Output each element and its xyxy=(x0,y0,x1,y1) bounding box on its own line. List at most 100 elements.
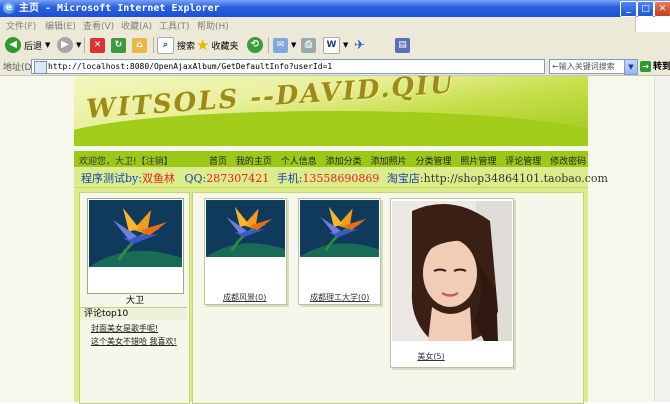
album-cover-image xyxy=(206,200,285,257)
address-bar: 地址(D) http://localhost:8080/OpenAjaxAlbu… xyxy=(0,58,670,76)
nav-home[interactable]: 首页 xyxy=(209,157,227,167)
search-button[interactable]: ⌕ 搜索 xyxy=(157,36,195,54)
album-card[interactable] xyxy=(298,198,381,305)
stop-icon: ✕ xyxy=(90,37,105,53)
info-text: 程序测试by:双鱼林 QQ:287307421 手机:13558690869 淘… xyxy=(81,170,608,186)
page-icon xyxy=(34,61,47,74)
go-arrow-icon: → xyxy=(640,61,651,72)
history-button[interactable]: ⟲ xyxy=(247,36,266,54)
comment-link[interactable]: 这个美女不错哈 我喜欢! xyxy=(91,336,177,347)
menu-bar: 文件(F) 编辑(E) 查看(V) 收藏(A) 工具(T) 帮助(H) xyxy=(0,17,670,33)
home-icon: ⌂ xyxy=(132,37,147,53)
minimize-button[interactable]: _ xyxy=(620,1,637,17)
window-title: 主页 - Microsoft Internet Explorer xyxy=(19,3,220,14)
site-banner: WITSOLS --DAVID.QIU xyxy=(74,76,588,146)
album-title[interactable]: 成都风景(0) xyxy=(223,292,266,303)
mail-icon: ✉ xyxy=(273,37,288,53)
favorites-button[interactable]: ★ 收藏夹 xyxy=(196,36,238,54)
album-title[interactable]: 成都理工大学(0) xyxy=(310,292,369,303)
address-input[interactable]: http://localhost:8080/OpenAjaxAlbum/GetD… xyxy=(31,59,545,74)
nav-category-manage[interactable]: 分类管理 xyxy=(415,157,451,167)
nav-add-photo[interactable]: 添加照片 xyxy=(371,157,407,167)
album-title[interactable]: 美女(5) xyxy=(391,351,471,362)
history-icon: ⟲ xyxy=(247,37,263,53)
avatar-image xyxy=(89,200,182,267)
go-button[interactable]: → 转到 xyxy=(640,59,670,72)
album-cover-image xyxy=(300,200,379,257)
chevron-down-icon[interactable]: ▼ xyxy=(76,41,81,49)
home-button[interactable]: ⌂ xyxy=(132,36,150,54)
nav-my-page[interactable]: 我的主页 xyxy=(236,157,272,167)
toolbar-separator xyxy=(268,37,269,53)
comment-link[interactable]: 封面美女是歌手呢! xyxy=(91,323,158,334)
menu-tools[interactable]: 工具(T) xyxy=(159,19,190,32)
phone-number: 13558690869 xyxy=(302,172,380,185)
menu-file[interactable]: 文件(F) xyxy=(6,19,36,32)
nav-comment-manage[interactable]: 评论管理 xyxy=(505,157,541,167)
forward-arrow-icon: ▶ xyxy=(57,37,73,53)
research-icon: ▤ xyxy=(395,37,410,53)
print-icon: ⎙ xyxy=(301,37,316,53)
album-cover-image xyxy=(392,201,512,341)
mail-button[interactable]: ✉ ▼ xyxy=(273,36,296,54)
search-icon: ⌕ xyxy=(157,36,174,54)
back-button[interactable]: ◀ 后退 ▼ xyxy=(5,36,50,54)
shop-url[interactable]: http://shop34864101.taobao.com xyxy=(424,172,608,185)
comments-title: 评论top10 xyxy=(80,307,187,320)
menu-edit[interactable]: 编辑(E) xyxy=(45,19,76,32)
tester-label: 程序测试by: xyxy=(81,172,142,185)
back-label: 后退 xyxy=(24,41,43,52)
discuss-icon: ✈ xyxy=(354,37,365,53)
go-label: 转到 xyxy=(653,62,670,72)
info-bar: 程序测试by:双鱼林 QQ:287307421 手机:13558690869 淘… xyxy=(74,167,608,188)
windows-logo-icon xyxy=(635,17,670,32)
chevron-down-icon[interactable]: ▼ xyxy=(343,41,348,49)
address-dropdown-button[interactable]: ▼ xyxy=(624,59,638,75)
nav-change-password[interactable]: 修改密码 xyxy=(550,157,586,167)
nav-add-category[interactable]: 添加分类 xyxy=(326,157,362,167)
nav-links: 首页 我的主页 个人信息 添加分类 添加照片 分类管理 照片管理 评论管理 修改… xyxy=(209,154,592,167)
qq-label: QQ: xyxy=(184,172,207,185)
toolbar-separator xyxy=(84,37,85,53)
menu-favorites[interactable]: 收藏(A) xyxy=(121,19,152,32)
user-avatar-card[interactable] xyxy=(87,198,184,294)
site-nav-bar: 欢迎您，大卫!【注销】 首页 我的主页 个人信息 添加分类 添加照片 分类管理 … xyxy=(74,151,588,167)
welcome-message: 欢迎您，大卫! xyxy=(79,157,137,167)
chevron-down-icon[interactable]: ▼ xyxy=(291,41,296,49)
vertical-scrollbar[interactable] xyxy=(654,76,670,402)
refresh-button[interactable]: ↻ xyxy=(111,36,129,54)
close-button[interactable]: ✕ xyxy=(654,1,670,17)
research-button[interactable]: ▤ xyxy=(395,36,413,54)
edit-button[interactable]: W ▼ xyxy=(323,36,348,54)
welcome-text: 欢迎您，大卫!【注销】 xyxy=(79,154,173,167)
ie-logo-icon: e xyxy=(3,2,15,14)
menu-view[interactable]: 查看(V) xyxy=(83,19,114,32)
qq-number: 287307421 xyxy=(206,172,270,185)
tester-name: 双鱼林 xyxy=(141,172,175,185)
favorites-label: 收藏夹 xyxy=(211,41,239,52)
toolbar-separator xyxy=(153,37,154,53)
word-icon: W xyxy=(323,36,340,54)
user-name[interactable]: 大卫 xyxy=(87,293,183,306)
album-card[interactable] xyxy=(204,198,287,305)
chevron-down-icon[interactable]: ▼ xyxy=(45,41,50,49)
window-titlebar: e 主页 - Microsoft Internet Explorer _ □ ✕ xyxy=(0,0,670,17)
search-label: 搜索 xyxy=(177,41,196,52)
menu-help[interactable]: 帮助(H) xyxy=(197,19,229,32)
logout-link[interactable]: 【注销】 xyxy=(137,157,173,167)
keyword-search-input[interactable]: ←输入关键词搜索 xyxy=(549,59,625,74)
address-url: http://localhost:8080/OpenAjaxAlbum/GetD… xyxy=(48,62,333,71)
refresh-icon: ↻ xyxy=(111,37,126,53)
messenger-button[interactable]: ✈ xyxy=(354,36,365,54)
maximize-button[interactable]: □ xyxy=(637,1,654,17)
star-icon: ★ xyxy=(196,36,210,54)
toolbar: ◀ 后退 ▼ ▶ ▼ ✕ ↻ ⌂ ⌕ 搜索 ★ 收藏夹 ⟲ ✉ ▼ ⎙ W ▼ … xyxy=(0,32,670,59)
album-card[interactable] xyxy=(390,198,514,368)
nav-profile[interactable]: 个人信息 xyxy=(281,157,317,167)
print-button[interactable]: ⎙ xyxy=(301,36,319,54)
forward-button[interactable]: ▶ ▼ xyxy=(57,36,81,54)
shop-label: 淘宝店: xyxy=(386,172,424,185)
stop-button[interactable]: ✕ xyxy=(90,36,108,54)
back-arrow-icon: ◀ xyxy=(5,37,21,53)
nav-photo-manage[interactable]: 照片管理 xyxy=(460,157,496,167)
